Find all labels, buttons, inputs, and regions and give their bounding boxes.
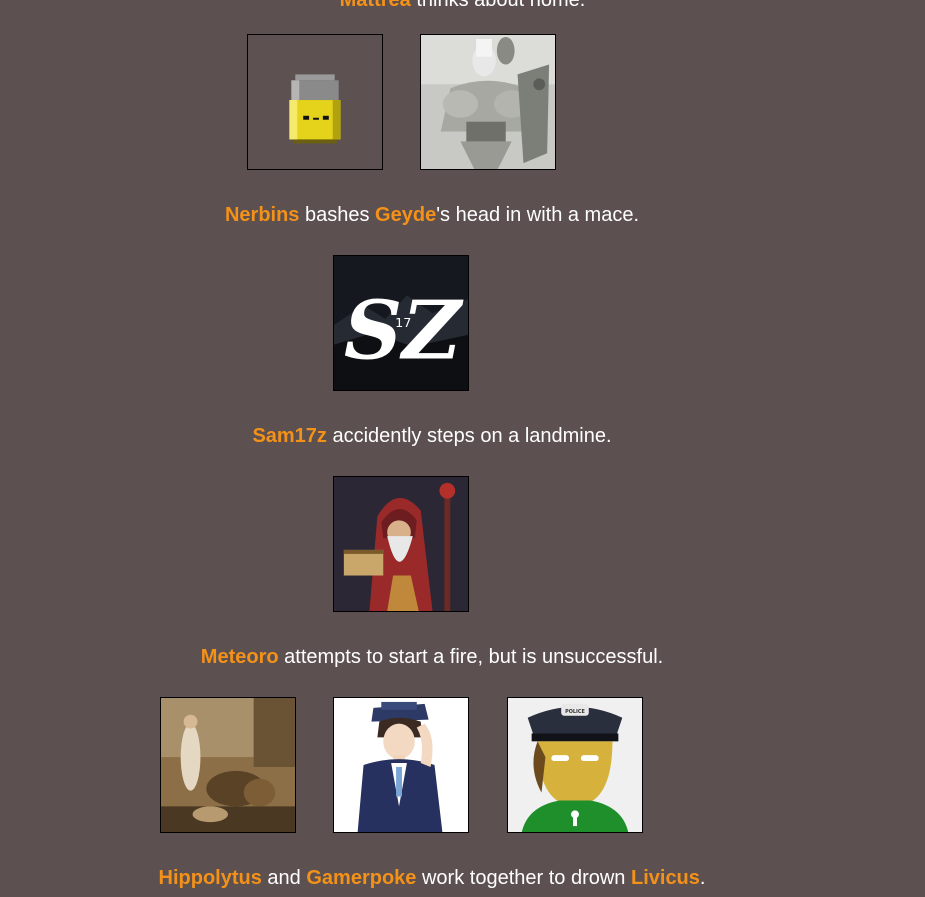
classical-painting-image <box>161 698 295 832</box>
sz-logo-text: SZ <box>344 283 464 378</box>
event-text-connector: bashes <box>299 204 376 226</box>
tribute-avatar-livicus: POLICE <box>507 697 643 833</box>
tribute-avatar-hippolytus <box>160 697 296 833</box>
event-text-connector: work together to drown <box>416 867 631 889</box>
tribute-name: Nerbins <box>224 204 300 226</box>
tribute-name: Livicus <box>630 867 700 889</box>
police-badge-text: POLICE <box>565 709 585 715</box>
tribute-name: Sam17z <box>252 425 327 447</box>
hunger-games-results: Mattrea thinks about home. Nerbins bashe… <box>0 0 925 897</box>
event-text-connector: and <box>261 867 307 889</box>
tribute-name: Gamerpoke <box>306 867 417 889</box>
tribute-name: Meteoro <box>200 646 279 668</box>
event-description: thinks about home. <box>410 0 586 11</box>
tribute-name: Geyde <box>375 204 437 226</box>
tribute-avatar-sam17z: SZ 17 <box>333 255 469 391</box>
event-text-3: Meteoro attempts to start a fire, but is… <box>0 645 925 669</box>
tribute-avatar-gamerpoke <box>333 697 469 833</box>
event-text-4: Hippolytus and Gamerpoke work together t… <box>0 866 925 890</box>
bullet-icon <box>287 72 343 144</box>
tribute-avatar-nerbins <box>247 34 383 170</box>
muscle-figure-image <box>421 35 555 169</box>
sz-logo-number: 17 <box>395 316 411 331</box>
event-description: attempts to start a fire, but is unsucce… <box>278 646 664 668</box>
event-text-partial: Mattrea thinks about home. <box>0 0 925 12</box>
event-description: accidently steps on a landmine. <box>326 425 612 447</box>
police-cartoon-image: POLICE <box>508 698 642 832</box>
event-text-1: Nerbins bashes Geyde's head in with a ma… <box>0 203 925 227</box>
tribute-avatar-geyde <box>420 34 556 170</box>
tribute-name: Mattrea <box>339 0 411 11</box>
event-text-2: Sam17z accidently steps on a landmine. <box>0 424 925 448</box>
wizard-image <box>334 477 468 611</box>
sz-logo-image: SZ 17 <box>334 256 468 390</box>
event-text-end: . <box>699 867 706 889</box>
anime-officer-image <box>334 698 468 832</box>
event-description: 's head in with a mace. <box>436 204 640 226</box>
tribute-avatar-meteoro <box>333 476 469 612</box>
tribute-name: Hippolytus <box>158 867 262 889</box>
